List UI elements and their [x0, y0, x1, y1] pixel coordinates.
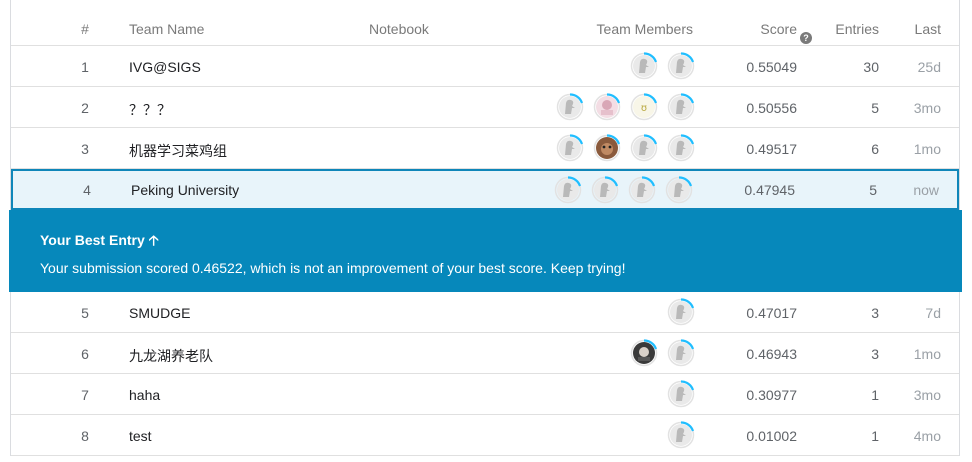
- entries-cell: 1: [871, 387, 879, 403]
- entries-cell: 3: [871, 305, 879, 321]
- team-members-avatars: [667, 380, 695, 408]
- entries-cell: 5: [871, 100, 879, 116]
- score-cell: 0.50556: [746, 100, 797, 116]
- team-name-link[interactable]: SMUDGE: [129, 305, 190, 321]
- entries-cell: 3: [871, 346, 879, 362]
- entries-cell: 30: [863, 59, 879, 75]
- emoji-avatar[interactable]: ʊ: [630, 93, 658, 121]
- rank-cell: 7: [81, 387, 89, 403]
- goose-avatar[interactable]: [554, 176, 582, 204]
- goose-avatar[interactable]: [667, 52, 695, 80]
- rank-cell: 6: [81, 346, 89, 362]
- goose-avatar[interactable]: [667, 380, 695, 408]
- header-team-name[interactable]: Team Name: [129, 21, 204, 37]
- last-submission-cell: 3mo: [913, 387, 941, 403]
- goose-avatar[interactable]: [667, 298, 695, 326]
- table-row-current-team[interactable]: 4 Peking University 0.47945 5 now: [11, 169, 959, 210]
- header-rank: #: [81, 21, 89, 37]
- team-members-avatars: [630, 339, 695, 367]
- last-submission-cell: 4mo: [913, 428, 941, 444]
- dog-photo-avatar[interactable]: [593, 134, 621, 162]
- team-name-link[interactable]: IVG@SIGS: [129, 59, 201, 75]
- score-cell: 0.01002: [746, 428, 797, 444]
- help-icon[interactable]: ?: [800, 32, 812, 44]
- last-submission-cell: 1mo: [913, 141, 941, 157]
- rank-cell: 1: [81, 59, 89, 75]
- header-entries[interactable]: Entries: [835, 21, 879, 37]
- header-notebook: Notebook: [369, 21, 429, 37]
- rank-cell: 3: [81, 141, 89, 157]
- header-score[interactable]: Score?: [760, 21, 812, 44]
- best-entry-message: Your submission scored 0.46522, which is…: [40, 260, 626, 276]
- team-name-link[interactable]: haha: [129, 387, 160, 403]
- best-entry-title-text: Your Best Entry: [40, 232, 145, 248]
- header-team-members: Team Members: [596, 21, 693, 37]
- rank-cell: 4: [83, 182, 91, 198]
- score-cell: 0.49517: [746, 141, 797, 157]
- best-entry-banner: Your Best Entry 🡡 Your submission scored…: [9, 210, 962, 292]
- goose-avatar[interactable]: [630, 52, 658, 80]
- table-row[interactable]: 3 机器学习菜鸡组 0.49517 6 1mo: [11, 128, 959, 169]
- goose-avatar[interactable]: [556, 134, 584, 162]
- best-entry-title[interactable]: Your Best Entry 🡡: [40, 230, 159, 254]
- goose-avatar[interactable]: [630, 134, 658, 162]
- table-row[interactable]: 5 SMUDGE 0.47017 3 7d: [11, 292, 959, 333]
- team-name-link[interactable]: test: [129, 428, 152, 444]
- team-name-link[interactable]: 机器学习菜鸡组: [129, 141, 227, 161]
- rank-cell: 8: [81, 428, 89, 444]
- goose-avatar[interactable]: [556, 93, 584, 121]
- pink-photo-avatar[interactable]: [593, 93, 621, 121]
- last-submission-cell: now: [913, 182, 939, 198]
- last-submission-cell: 1mo: [913, 346, 941, 362]
- rank-cell: 2: [81, 100, 89, 116]
- person-photo-avatar[interactable]: [630, 339, 658, 367]
- team-members-avatars: [554, 176, 693, 204]
- goose-avatar[interactable]: [667, 93, 695, 121]
- goose-avatar[interactable]: [667, 134, 695, 162]
- table-row[interactable]: 2 ？？？ 0.50556 5 3mo ʊ: [11, 87, 959, 128]
- score-cell: 0.47017: [746, 305, 797, 321]
- table-row[interactable]: 1 IVG@SIGS 0.55049 30 25d: [11, 46, 959, 87]
- entries-cell: 1: [871, 428, 879, 444]
- arrow-up-icon: 🡡: [148, 232, 159, 248]
- team-name-link[interactable]: Peking University: [131, 182, 239, 198]
- score-cell: 0.47945: [744, 182, 795, 198]
- table-row[interactable]: 8 test 0.01002 1 4mo: [11, 415, 959, 456]
- team-name-link[interactable]: 九龙湖养老队: [129, 346, 213, 366]
- score-cell: 0.30977: [746, 387, 797, 403]
- goose-avatar[interactable]: [665, 176, 693, 204]
- team-members-avatars: [630, 52, 695, 80]
- score-cell: 0.46943: [746, 346, 797, 362]
- entries-cell: 5: [869, 182, 877, 198]
- team-members-avatars: [667, 421, 695, 449]
- table-row[interactable]: 7 haha 0.30977 1 3mo: [11, 374, 959, 415]
- table-row[interactable]: 6 九龙湖养老队 0.46943 3 1mo: [11, 333, 959, 374]
- entries-cell: 6: [871, 141, 879, 157]
- rank-cell: 5: [81, 305, 89, 321]
- header-score-label: Score: [760, 21, 797, 37]
- last-submission-cell: 7d: [925, 305, 941, 321]
- team-members-avatars: [667, 298, 695, 326]
- svg-text:ʊ: ʊ: [641, 103, 647, 114]
- goose-avatar[interactable]: [591, 176, 619, 204]
- leaderboard: # Team Name Notebook Team Members Score?…: [9, 0, 962, 456]
- header-last[interactable]: Last: [915, 21, 941, 37]
- leaderboard-header: # Team Name Notebook Team Members Score?…: [11, 10, 959, 46]
- team-name-link[interactable]: ？？？: [129, 100, 171, 120]
- score-cell: 0.55049: [746, 59, 797, 75]
- goose-avatar[interactable]: [667, 339, 695, 367]
- last-submission-cell: 3mo: [913, 100, 941, 116]
- team-members-avatars: ʊ: [556, 93, 695, 121]
- team-members-avatars: [556, 134, 695, 162]
- goose-avatar[interactable]: [628, 176, 656, 204]
- goose-avatar[interactable]: [667, 421, 695, 449]
- last-submission-cell: 25d: [917, 59, 941, 75]
